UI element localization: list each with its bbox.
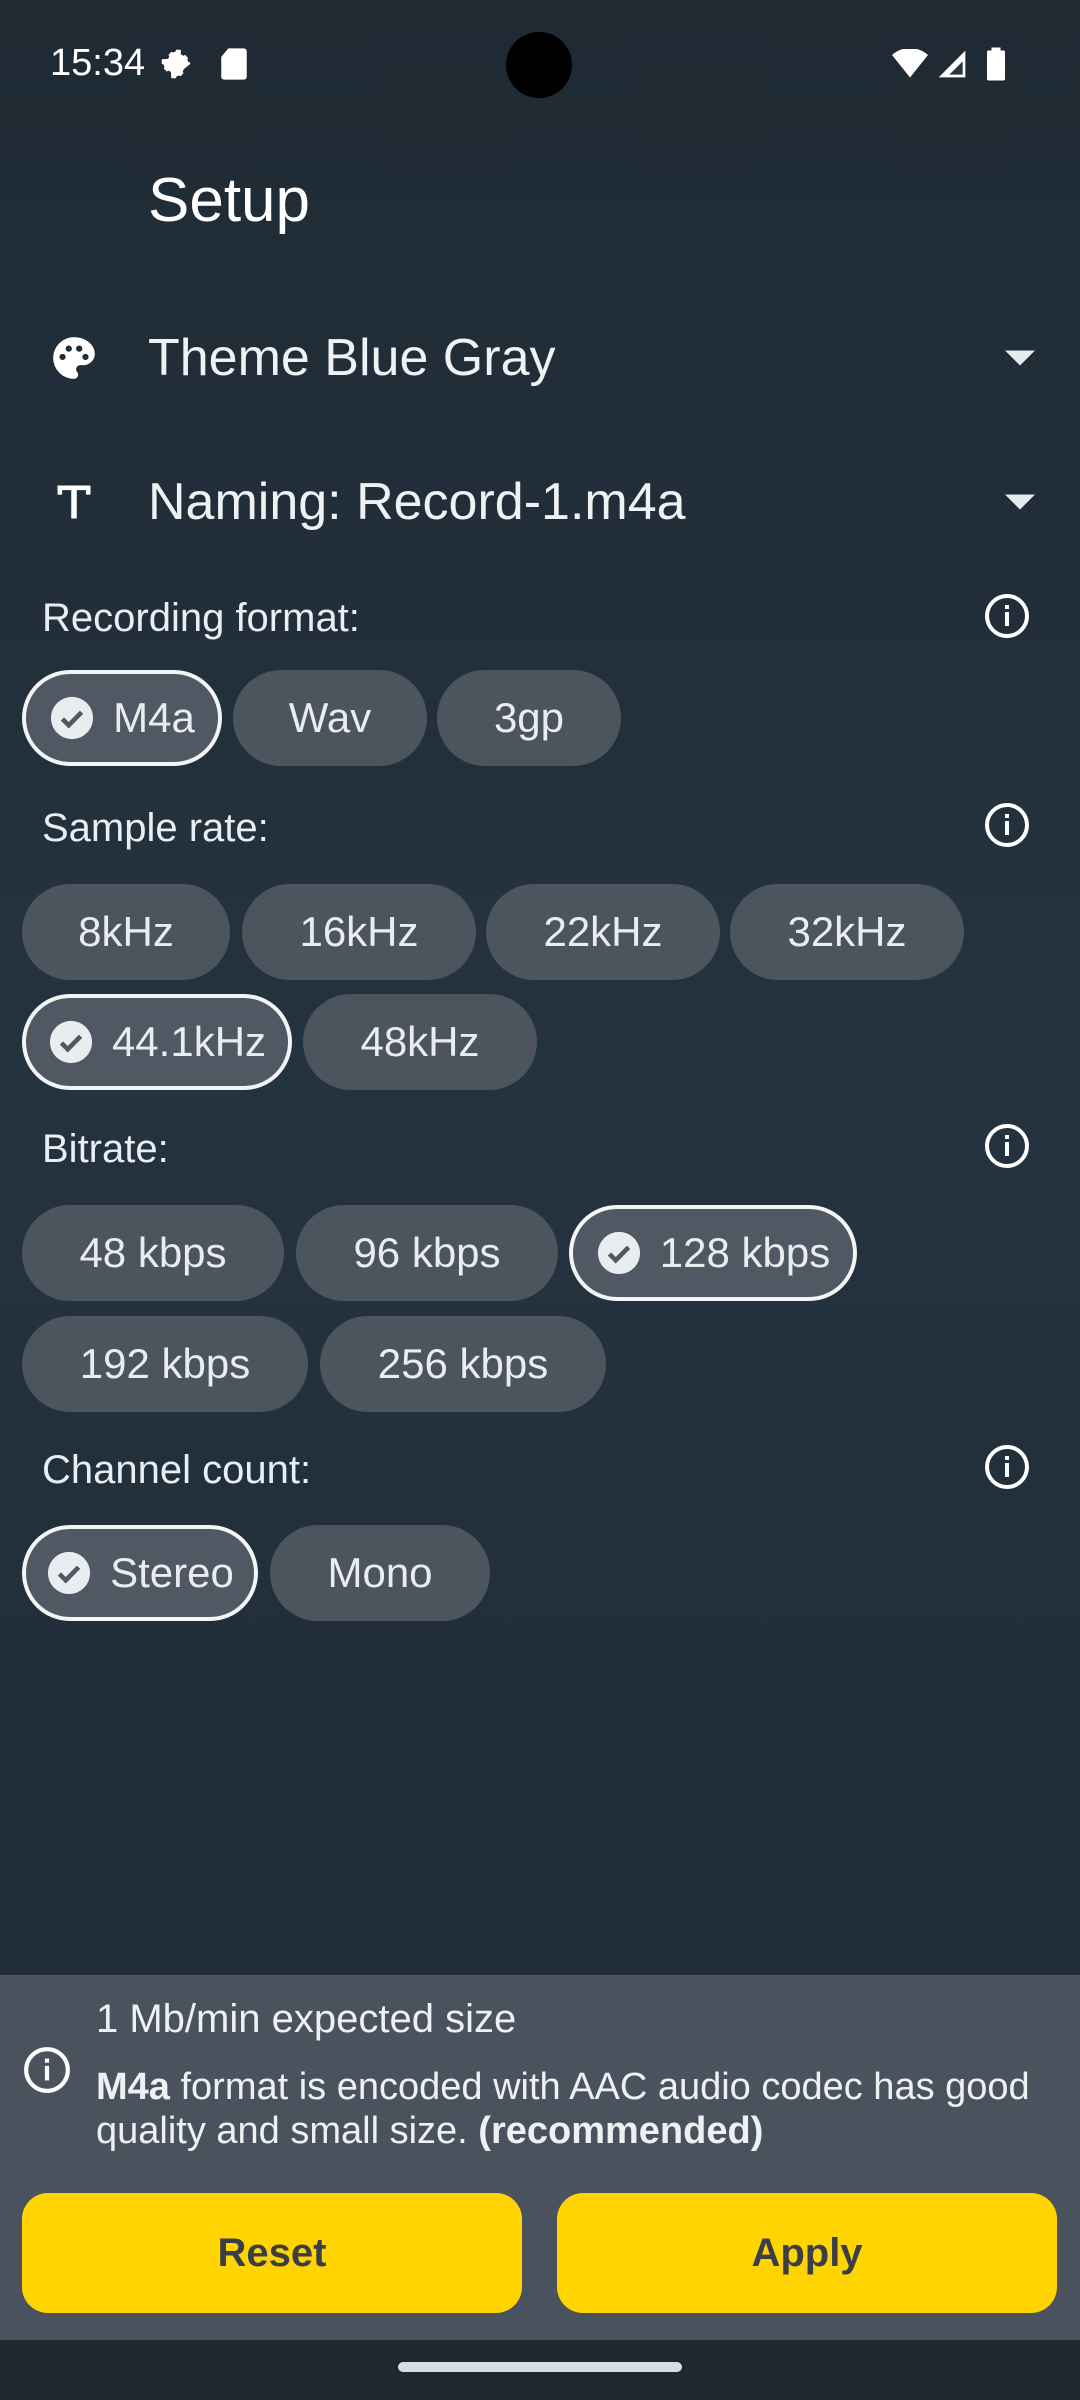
chip-bitrate-48[interactable]: 48 kbps — [22, 1205, 284, 1301]
expected-size-text: 1 Mb/min expected size — [96, 1997, 517, 2041]
chip-rate-44-1khz[interactable]: 44.1kHz — [22, 994, 292, 1090]
chip-rate-48khz[interactable]: 48kHz — [303, 994, 537, 1090]
format-description: M4a format is encoded with AAC audio cod… — [96, 2065, 1036, 2153]
chip-channel-mono[interactable]: Mono — [270, 1525, 490, 1621]
chip-bitrate-256[interactable]: 256 kbps — [320, 1316, 606, 1412]
page-title: Setup — [148, 166, 311, 235]
chip-label: 96 kbps — [353, 1229, 501, 1276]
chip-label: 192 kbps — [79, 1340, 251, 1387]
sd-card-icon — [214, 44, 254, 84]
check-circle-icon — [596, 1230, 642, 1276]
apply-button[interactable]: Apply — [557, 2193, 1057, 2313]
theme-dropdown[interactable]: Theme Blue Gray — [0, 298, 1080, 418]
chip-label: Mono — [327, 1549, 433, 1596]
naming-dropdown[interactable]: Naming: Record-1.m4a — [0, 442, 1080, 562]
home-gesture-handle[interactable] — [398, 2362, 682, 2372]
chip-rate-8khz[interactable]: 8kHz — [22, 884, 230, 980]
signal-icon — [932, 44, 972, 84]
chip-rate-16khz[interactable]: 16kHz — [242, 884, 476, 980]
info-icon — [985, 594, 1029, 638]
status-bar: 15:34 — [0, 0, 1080, 130]
chip-label: 44.1kHz — [111, 1018, 267, 1065]
check-circle-icon — [48, 1019, 94, 1065]
recording-format-label: Recording format: — [42, 595, 360, 640]
chip-bitrate-192[interactable]: 192 kbps — [22, 1316, 308, 1412]
naming-dropdown-label: Naming: Record-1.m4a — [148, 473, 686, 531]
channel-count-label: Channel count: — [42, 1447, 312, 1492]
chip-label: 22kHz — [543, 908, 663, 955]
info-icon — [985, 1124, 1029, 1168]
chip-bitrate-96[interactable]: 96 kbps — [296, 1205, 558, 1301]
channel-count-info-button[interactable] — [955, 1415, 1059, 1519]
chip-label: Wav — [288, 694, 372, 741]
text-format-icon — [0, 480, 148, 524]
sample-rate-info-button[interactable] — [955, 773, 1059, 877]
info-icon — [985, 1445, 1029, 1489]
chip-rate-32khz[interactable]: 32kHz — [730, 884, 964, 980]
check-circle-icon — [49, 695, 95, 741]
recording-format-info-button[interactable] — [955, 564, 1059, 668]
chip-label: 32kHz — [787, 908, 907, 955]
chevron-down-icon — [960, 350, 1080, 366]
chip-channel-stereo[interactable]: Stereo — [22, 1525, 258, 1621]
chip-label: 128 kbps — [659, 1229, 831, 1276]
chip-label: M4a — [113, 694, 195, 741]
bitrate-label: Bitrate: — [42, 1126, 169, 1171]
chevron-down-icon — [960, 494, 1080, 510]
bitrate-info-button[interactable] — [955, 1094, 1059, 1198]
recommended-tag: (recommended) — [478, 2110, 764, 2152]
chip-format-wav[interactable]: Wav — [233, 670, 427, 766]
chip-label: 3gp — [493, 694, 565, 741]
settings-gear-icon — [156, 44, 196, 84]
chip-label: 8kHz — [78, 908, 174, 955]
battery-icon — [979, 44, 1013, 84]
info-icon — [985, 803, 1029, 847]
chip-label: 16kHz — [299, 908, 419, 955]
chip-label: Stereo — [110, 1549, 234, 1596]
chip-format-m4a[interactable]: M4a — [22, 670, 222, 766]
palette-icon — [0, 333, 148, 383]
check-circle-icon — [46, 1550, 92, 1596]
theme-dropdown-label: Theme Blue Gray — [148, 329, 556, 387]
chip-label: 48kHz — [360, 1018, 480, 1065]
chip-rate-22khz[interactable]: 22kHz — [486, 884, 720, 980]
format-name: M4a — [96, 2066, 170, 2108]
reset-button[interactable]: Reset — [22, 2193, 522, 2313]
chip-label: 48 kbps — [79, 1229, 227, 1276]
status-time: 15:34 — [50, 42, 146, 84]
sample-rate-label: Sample rate: — [42, 805, 269, 850]
wifi-icon — [890, 44, 930, 84]
chip-bitrate-128[interactable]: 128 kbps — [569, 1205, 857, 1301]
info-icon — [22, 2045, 72, 2095]
chip-format-3gp[interactable]: 3gp — [437, 670, 621, 766]
chip-label: 256 kbps — [377, 1340, 549, 1387]
camera-cutout — [506, 32, 572, 98]
